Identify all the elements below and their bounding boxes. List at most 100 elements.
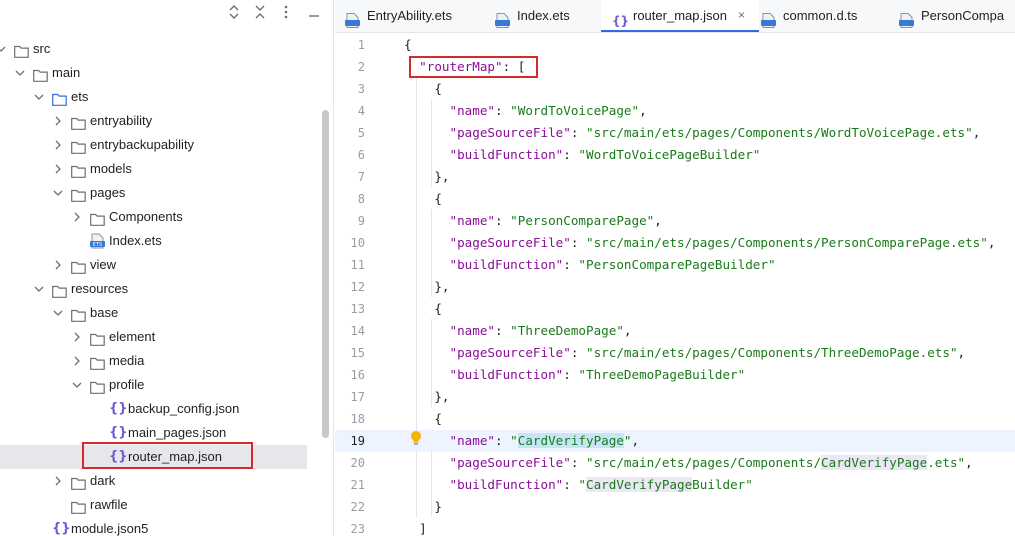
- code-line[interactable]: 5 "pageSourceFile": "src/main/ets/pages/…: [335, 122, 1015, 144]
- tree-item-index-ets[interactable]: ETS Index.ets: [0, 229, 333, 253]
- chevron-right-icon[interactable]: [52, 157, 64, 181]
- tree-item-resources[interactable]: resources: [0, 277, 333, 301]
- line-number: 6: [357, 148, 365, 162]
- code-line[interactable]: 1{: [335, 34, 1015, 56]
- chevron-right-icon[interactable]: [52, 469, 64, 493]
- folder-icon: [90, 354, 105, 370]
- folder-icon: [71, 474, 86, 490]
- tab-common-d-ts[interactable]: common.d.ts: [761, 0, 889, 32]
- code-line[interactable]: 13 {: [335, 298, 1015, 320]
- tree-item-label: entrybackupability: [90, 137, 195, 152]
- tree-item-label: view: [90, 257, 117, 272]
- line-number: 9: [357, 214, 365, 228]
- code-line[interactable]: 16 "buildFunction": "ThreeDemoPageBuilde…: [335, 364, 1015, 386]
- code-line[interactable]: 14 "name": "ThreeDemoPage",: [335, 320, 1015, 342]
- code-line[interactable]: 9 "name": "PersonComparePage",: [335, 210, 1015, 232]
- tree-item-main[interactable]: main: [0, 61, 333, 85]
- code-line[interactable]: 20 "pageSourceFile": "src/main/ets/pages…: [335, 452, 1015, 474]
- tree-item-label: main: [52, 65, 81, 80]
- tree-item-rawfile[interactable]: rawfile: [0, 493, 333, 517]
- chevron-right-icon[interactable]: [71, 349, 83, 373]
- json-string-token: ": [623, 433, 632, 448]
- tree-item-dark[interactable]: dark: [0, 469, 333, 493]
- lightbulb-icon[interactable]: [410, 430, 422, 446]
- punctuation-token: [404, 213, 450, 228]
- code-line[interactable]: 22 }: [335, 496, 1015, 518]
- chevron-right-icon[interactable]: [71, 205, 83, 229]
- tree-item-backup-config-json[interactable]: {} backup_config.json: [0, 397, 333, 421]
- tree-item-view[interactable]: view: [0, 253, 333, 277]
- code-editor[interactable]: 1{2 "routerMap": [3 {4 "name": "WordToVo…: [335, 33, 1015, 536]
- tree-item-src[interactable]: src: [0, 37, 333, 61]
- tree-item-label: rawfile: [90, 497, 128, 512]
- json-string-token: "src/main/ets/pages/Components/: [586, 455, 822, 470]
- tree-item-models[interactable]: models: [0, 157, 333, 181]
- more-options-icon[interactable]: [277, 5, 295, 23]
- tree-item-profile[interactable]: profile: [0, 373, 333, 397]
- code-line[interactable]: 23 ]: [335, 518, 1015, 536]
- tab-personcompa[interactable]: PersonCompa: [899, 0, 1015, 32]
- punctuation-token: [404, 345, 450, 360]
- chevron-down-icon[interactable]: [52, 301, 64, 325]
- tree-item-media[interactable]: media: [0, 349, 333, 373]
- line-number: 5: [357, 126, 365, 140]
- code-line[interactable]: 7 },: [335, 166, 1015, 188]
- line-number: 1: [357, 38, 365, 52]
- json-key-token: "buildFunction": [449, 367, 564, 382]
- tab-entryability-ets[interactable]: EntryAbility.ets: [345, 0, 485, 32]
- punctuation-token: },: [404, 389, 450, 404]
- code-line[interactable]: 11 "buildFunction": "PersonComparePageBu…: [335, 254, 1015, 276]
- code-line[interactable]: 6 "buildFunction": "WordToVoicePageBuild…: [335, 144, 1015, 166]
- code-line[interactable]: 3 {: [335, 78, 1015, 100]
- chevron-down-icon[interactable]: [71, 373, 83, 397]
- tree-scrollbar[interactable]: [322, 110, 329, 438]
- code-line[interactable]: 15 "pageSourceFile": "src/main/ets/pages…: [335, 342, 1015, 364]
- json-key-token: "buildFunction": [449, 147, 564, 162]
- punctuation-token: {: [404, 81, 442, 96]
- line-number: 20: [350, 456, 365, 470]
- tree-item-components[interactable]: Components: [0, 205, 333, 229]
- tree-item-ets[interactable]: ets: [0, 85, 333, 109]
- tree-item-base[interactable]: base: [0, 301, 333, 325]
- chevron-down-icon[interactable]: [33, 85, 45, 109]
- chevron-down-icon[interactable]: [52, 181, 64, 205]
- punctuation-token: :: [563, 477, 579, 492]
- tree-item-element[interactable]: element: [0, 325, 333, 349]
- tree-item-module-json5[interactable]: {} module.json5: [0, 517, 333, 536]
- json-file-icon: {}: [109, 425, 128, 440]
- tree-item-pages[interactable]: pages: [0, 181, 333, 205]
- code-line[interactable]: 19 "name": "CardVerifyPage",: [335, 430, 1015, 452]
- chevron-down-icon[interactable]: [14, 61, 26, 85]
- chevron-down-icon[interactable]: [33, 277, 45, 301]
- code-line[interactable]: 8 {: [335, 188, 1015, 210]
- hide-panel-icon[interactable]: [305, 5, 323, 23]
- tree-item-label: backup_config.json: [128, 401, 240, 416]
- tree-item-label: module.json5: [71, 521, 149, 536]
- tree-item-entryability[interactable]: entryability: [0, 109, 333, 133]
- code-line[interactable]: 4 "name": "WordToVoicePage",: [335, 100, 1015, 122]
- json-file-icon: {}: [612, 8, 629, 28]
- close-tab-icon[interactable]: ×: [738, 0, 745, 31]
- collapse-all-icon[interactable]: [251, 5, 269, 23]
- code-line[interactable]: 17 },: [335, 386, 1015, 408]
- tab-index-ets[interactable]: Index.ets: [495, 0, 591, 32]
- code-line[interactable]: 21 "buildFunction": "CardVerifyPageBuild…: [335, 474, 1015, 496]
- chevron-right-icon[interactable]: [52, 109, 64, 133]
- json-string-token: "src/main/ets/pages/Components/PersonCom…: [586, 235, 988, 250]
- line-number: 22: [350, 500, 365, 514]
- chevron-right-icon[interactable]: [52, 133, 64, 157]
- code-line[interactable]: 10 "pageSourceFile": "src/main/ets/pages…: [335, 232, 1015, 254]
- tab-router-map-json[interactable]: {} router_map.json ×: [601, 0, 759, 32]
- json-string-token: "src/main/ets/pages/Components/WordToVoi…: [586, 125, 973, 140]
- line-number: 17: [350, 390, 365, 404]
- json-string-token: ": [578, 477, 586, 492]
- chevron-down-icon[interactable]: [0, 37, 7, 61]
- expand-collapse-icon[interactable]: [225, 5, 243, 23]
- chevron-right-icon[interactable]: [71, 325, 83, 349]
- code-line[interactable]: 18 {: [335, 408, 1015, 430]
- code-line[interactable]: 12 },: [335, 276, 1015, 298]
- line-number: 18: [350, 412, 365, 426]
- tree-item-entrybackupability[interactable]: entrybackupability: [0, 133, 333, 157]
- line-number: 12: [350, 280, 365, 294]
- chevron-right-icon[interactable]: [52, 253, 64, 277]
